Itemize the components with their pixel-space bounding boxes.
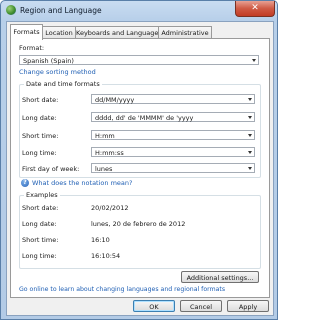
date-time-formats-group: Date and time formats Short date: dd/MM/… <box>19 80 261 178</box>
example-long-date-value: lunes, 20 de febrero de 2012 <box>91 220 186 228</box>
chevron-down-icon <box>252 59 256 62</box>
example-long-date-label: Long date: <box>22 220 57 228</box>
example-short-date-label: Short date: <box>22 204 59 212</box>
change-sorting-link[interactable]: Change sorting method <box>19 68 96 76</box>
first-day-of-week-select[interactable]: lunes <box>91 163 255 173</box>
short-date-label: Short date: <box>22 96 59 104</box>
format-select[interactable]: Spanish (Spain) <box>19 55 259 65</box>
notation-help-link[interactable]: What does the notation mean? <box>32 179 132 187</box>
apply-button[interactable]: Apply <box>227 300 269 312</box>
long-time-label: Long time: <box>22 149 57 157</box>
short-time-value: H:mm <box>95 132 115 140</box>
date-time-group-title: Date and time formats <box>24 80 102 88</box>
example-short-date-value: 20/02/2012 <box>91 204 129 212</box>
short-date-value: dd/MM/yyyy <box>95 96 135 104</box>
first-day-of-week-value: lunes <box>95 165 113 173</box>
example-long-time-label: Long time: <box>22 252 57 260</box>
example-short-time-value: 16:10 <box>91 236 110 244</box>
cancel-button[interactable]: Cancel <box>180 300 222 312</box>
chevron-down-icon <box>248 116 252 119</box>
chevron-down-icon <box>248 167 252 170</box>
title-bar: Region and Language ✕ <box>1 1 277 20</box>
long-date-value: dddd, dd' de 'MMMM' de 'yyyy <box>95 114 194 122</box>
short-time-select[interactable]: H:mm <box>91 130 255 140</box>
format-label: Format: <box>19 44 45 52</box>
region-globe-icon <box>6 5 16 15</box>
example-long-time-value: 16:10:54 <box>91 252 121 260</box>
online-help-link[interactable]: Go online to learn about changing langua… <box>19 286 225 293</box>
short-time-label: Short time: <box>22 132 59 140</box>
additional-settings-button[interactable]: Additional settings... <box>181 271 259 283</box>
ok-button[interactable]: OK <box>133 300 175 312</box>
examples-group: Examples Short date: 20/02/2012 Long dat… <box>19 191 261 269</box>
short-date-select[interactable]: dd/MM/yyyy <box>91 94 255 104</box>
examples-group-title: Examples <box>24 191 60 199</box>
chevron-down-icon <box>248 98 252 101</box>
dialog-client: Formats Location Keyboards and Languages… <box>6 21 274 316</box>
close-button[interactable]: ✕ <box>235 1 275 17</box>
format-select-value: Spanish (Spain) <box>23 57 74 65</box>
window-title: Region and Language <box>20 6 102 15</box>
long-date-select[interactable]: dddd, dd' de 'MMMM' de 'yyyy <box>91 112 255 122</box>
tab-formats[interactable]: Formats <box>10 24 43 40</box>
chevron-down-icon <box>248 134 252 137</box>
formats-panel: Format: Spanish (Spain) Change sorting m… <box>10 38 270 298</box>
region-language-window: Region and Language ✕ Formats Location K… <box>0 0 278 320</box>
long-date-label: Long date: <box>22 114 57 122</box>
first-day-of-week-label: First day of week: <box>22 165 80 173</box>
chevron-down-icon <box>248 151 252 154</box>
help-icon: ? <box>21 179 29 187</box>
long-time-select[interactable]: H:mm:ss <box>91 147 255 157</box>
long-time-value: H:mm:ss <box>95 149 124 157</box>
example-short-time-label: Short time: <box>22 236 59 244</box>
